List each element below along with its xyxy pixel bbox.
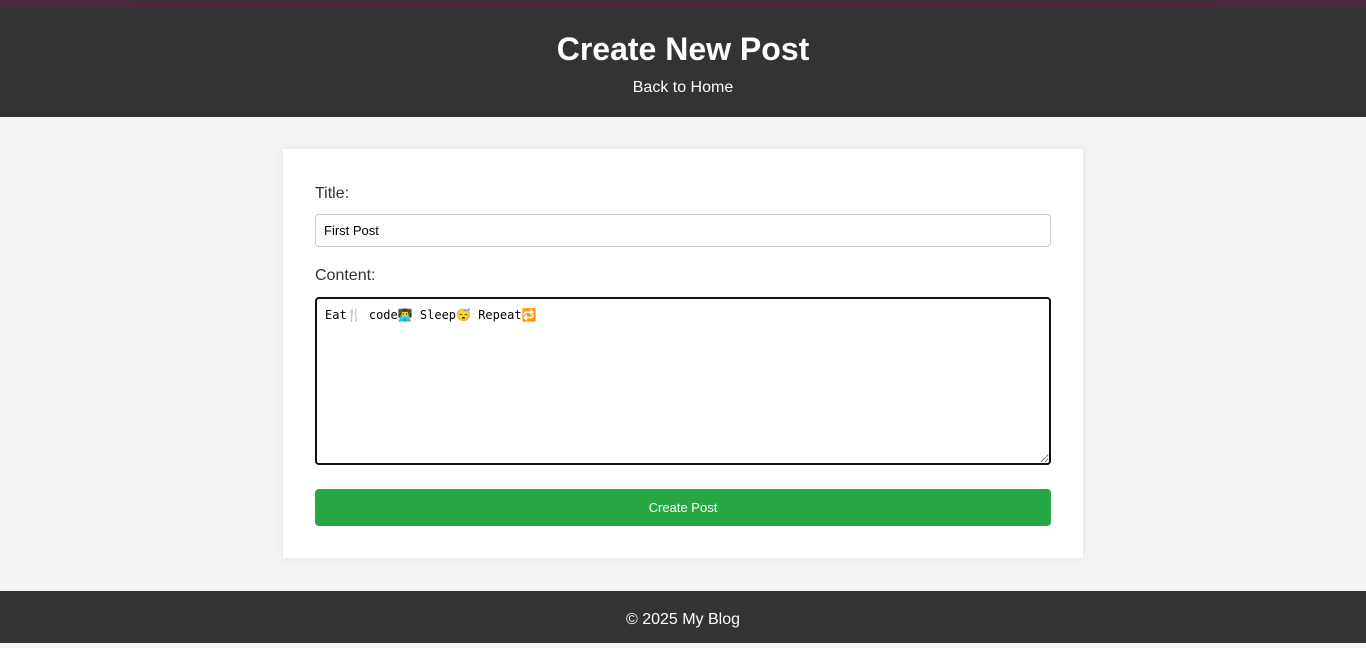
- page-header: Create New Post Back to Home: [0, 8, 1366, 117]
- create-post-button[interactable]: Create Post: [315, 489, 1051, 526]
- title-label: Title:: [315, 185, 350, 202]
- page-title: Create New Post: [556, 31, 810, 67]
- create-post-form-card: Title: Content: Eat🍴 code👨‍💻 Sleep😴 Repe…: [283, 149, 1083, 558]
- content-textarea[interactable]: Eat🍴 code👨‍💻 Sleep😴 Repeat🔁: [315, 297, 1051, 465]
- title-input[interactable]: [315, 214, 1051, 247]
- footer-copyright: © 2025 My Blog: [625, 611, 741, 628]
- back-to-home-link[interactable]: Back to Home: [0, 78, 1366, 98]
- page-footer: © 2025 My Blog: [0, 591, 1366, 643]
- content-label: Content:: [315, 267, 376, 284]
- browser-top-strip: [0, 0, 1366, 8]
- browser-top-strip-inner: [130, 0, 1216, 2]
